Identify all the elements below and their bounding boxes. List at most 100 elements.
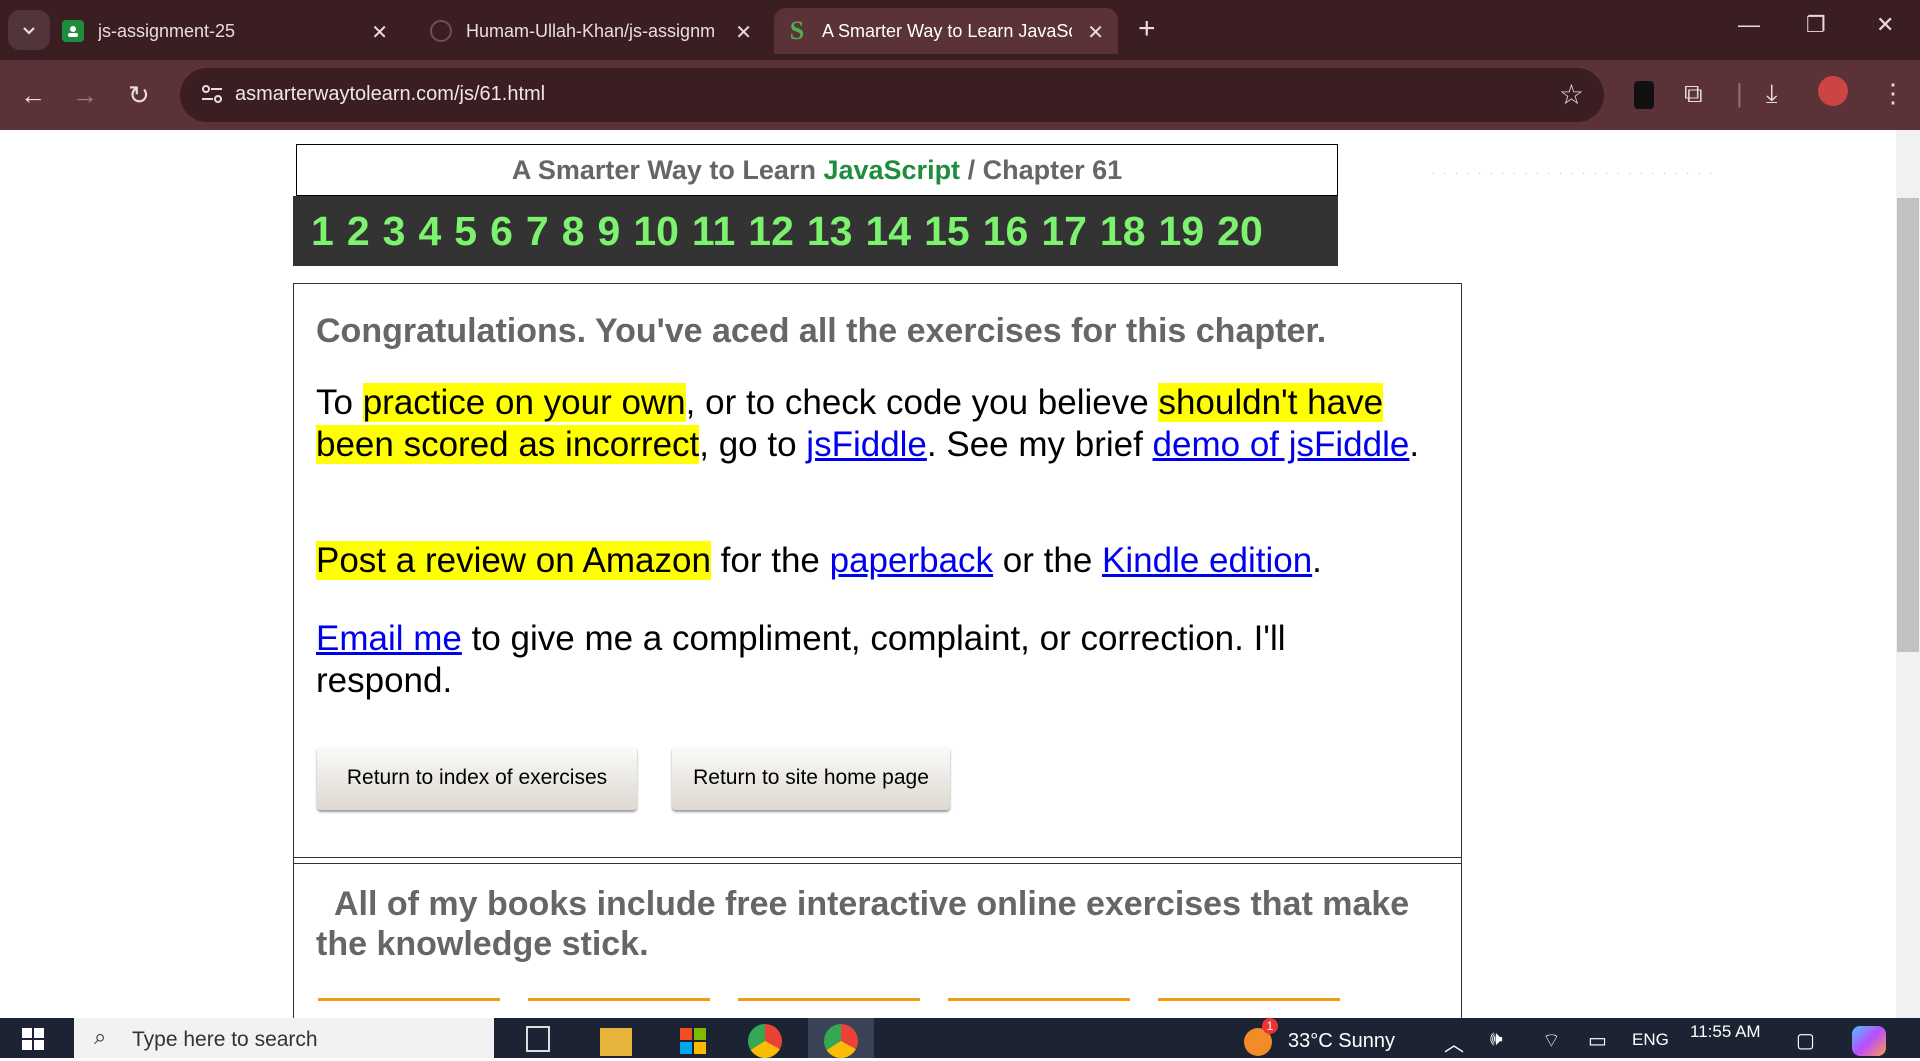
text: , or to check code you believe — [685, 383, 1159, 422]
tab-smarter-way[interactable]: S A Smarter Way to Learn JavaScr ✕ — [774, 8, 1118, 54]
windows-start-icon[interactable] — [22, 1028, 44, 1050]
text: or the — [993, 541, 1103, 580]
tab-strip: js-assignment-25 ✕ Humam-Ullah-Khan/js-a… — [0, 0, 1920, 60]
notification-icon[interactable]: ▢ — [1796, 1028, 1815, 1053]
chapter-link[interactable]: 6 — [490, 208, 513, 255]
decorative-dots: . . . . . . . . . . . . . . . . . . . . … — [1432, 166, 1716, 177]
demo-jsfiddle-link[interactable]: demo of jsFiddle — [1153, 425, 1410, 464]
amazon-book-link[interactable]: amazon — [318, 998, 500, 1018]
kindle-edition-link[interactable]: Kindle edition — [1102, 541, 1312, 580]
chrome-icon[interactable] — [748, 1024, 782, 1058]
browser-toolbar: ← → ↻ asmarterwaytolearn.com/js/61.html … — [0, 60, 1920, 130]
forward-icon[interactable]: → — [72, 80, 98, 111]
chapter-link[interactable]: 2 — [347, 208, 370, 255]
chapter-link[interactable]: 9 — [598, 208, 621, 255]
extension-icon[interactable] — [1634, 81, 1654, 109]
chapter-number-bar: 1 2 3 4 5 6 7 8 9 10 11 12 13 14 15 16 17 18 19 20 — [293, 196, 1338, 266]
battery-icon[interactable]: ▭ — [1588, 1028, 1607, 1053]
close-tab-icon[interactable]: ✕ — [735, 20, 752, 45]
close-window-icon[interactable]: ✕ — [1876, 12, 1894, 38]
avatar[interactable] — [1818, 76, 1848, 106]
file-explorer-icon[interactable] — [600, 1028, 632, 1056]
copilot-icon[interactable] — [1852, 1026, 1886, 1056]
close-tab-icon[interactable]: ✕ — [371, 20, 388, 45]
amazon-book-link[interactable]: amazon — [528, 998, 710, 1018]
chrome-active-icon[interactable] — [808, 1018, 874, 1058]
tab-title: Humam-Ullah-Khan/js-assignm — [466, 20, 716, 41]
site-info-icon[interactable] — [200, 82, 224, 106]
text: . — [1312, 541, 1322, 580]
jsfiddle-link[interactable]: jsFiddle — [806, 425, 927, 464]
email-me-link[interactable]: Email me — [316, 619, 462, 658]
chapter-link[interactable]: 8 — [562, 208, 585, 255]
address-bar[interactable]: asmarterwaytolearn.com/js/61.html ☆ — [180, 68, 1604, 122]
chapter-link[interactable]: 15 — [924, 208, 970, 255]
return-home-button[interactable]: Return to site home page — [672, 746, 950, 810]
chapter-link[interactable]: 1 — [311, 208, 334, 255]
chapter-link[interactable]: 11 — [692, 208, 735, 255]
chapter-link[interactable]: 10 — [633, 208, 679, 255]
github-icon — [430, 20, 452, 42]
amazon-book-link[interactable]: amazon — [738, 998, 920, 1018]
chapter-link[interactable]: 12 — [748, 208, 794, 255]
vertical-scrollbar[interactable] — [1896, 130, 1920, 1018]
weather-text[interactable]: 33°C Sunny — [1288, 1030, 1395, 1053]
chapter-link[interactable]: 16 — [983, 208, 1029, 255]
email-paragraph: Email me to give me a compliment, compla… — [316, 618, 1316, 702]
amazon-book-link[interactable]: amazon — [948, 998, 1130, 1018]
chapter-link[interactable]: 20 — [1217, 208, 1263, 255]
header-chapter: / Chapter 61 — [967, 155, 1123, 185]
bookmark-star-icon[interactable]: ☆ — [1559, 78, 1584, 111]
back-icon[interactable]: ← — [20, 80, 46, 111]
text: To — [316, 383, 363, 422]
text: for the — [710, 541, 830, 580]
store-icon[interactable] — [678, 1026, 708, 1056]
tab-js-assignment[interactable]: js-assignment-25 ✕ — [62, 8, 402, 54]
close-tab-icon[interactable]: ✕ — [1087, 20, 1104, 45]
text: to give me a compliment, complaint, or c… — [316, 619, 1286, 700]
scrollbar-thumb[interactable] — [1897, 198, 1919, 652]
toolbar-divider: | — [1736, 78, 1743, 108]
text: . See my brief — [926, 425, 1153, 464]
task-view-icon[interactable] — [526, 1026, 550, 1052]
congrats-panel: Congratulations. You've aced all the exe… — [293, 283, 1462, 864]
page-header: A Smarter Way to Learn JavaScript / Chap… — [296, 144, 1338, 196]
tab-github[interactable]: Humam-Ullah-Khan/js-assignm ✕ — [430, 8, 766, 54]
books-panel: All of my books include free interactive… — [293, 857, 1462, 1018]
return-index-button[interactable]: Return to index of exercises — [317, 746, 637, 810]
menu-dots-icon[interactable]: ⋮ — [1880, 78, 1906, 109]
taskbar-search-box[interactable]: ⌕ Type here to search — [74, 1018, 494, 1058]
amazon-book-link[interactable]: amazon — [1158, 998, 1340, 1018]
chapter-link[interactable]: 3 — [383, 208, 406, 255]
page-content: A Smarter Way to Learn JavaScript / Chap… — [0, 130, 1920, 1018]
wifi-icon[interactable]: ⌔ — [1542, 1028, 1561, 1053]
tab-search-button[interactable] — [8, 10, 50, 50]
chapter-link[interactable]: 7 — [526, 208, 549, 255]
tab-title: js-assignment-25 — [98, 20, 236, 41]
restore-icon[interactable]: ❐ — [1806, 12, 1826, 38]
new-tab-icon[interactable]: + — [1138, 12, 1156, 46]
url-text: asmarterwaytolearn.com/js/61.html — [235, 83, 546, 105]
congrats-heading: Congratulations. You've aced all the exe… — [316, 312, 1327, 350]
language-indicator[interactable]: ENG — [1632, 1030, 1669, 1050]
smarter-way-s-icon: S — [789, 16, 805, 45]
chevron-up-icon[interactable]: ︿ — [1444, 1028, 1464, 1057]
download-icon[interactable]: ⤓ — [1766, 78, 1778, 110]
chapter-link[interactable]: 18 — [1100, 208, 1146, 255]
chapter-link[interactable]: 5 — [454, 208, 477, 255]
minimize-icon[interactable]: — — [1738, 12, 1760, 38]
clock-time[interactable]: 11:55 AM — [1690, 1022, 1761, 1042]
paperback-link[interactable]: paperback — [830, 541, 993, 580]
extensions-puzzle-icon[interactable]: ⧉ — [1684, 78, 1703, 110]
chapter-link[interactable]: 14 — [865, 208, 911, 255]
search-placeholder: Type here to search — [132, 1028, 318, 1051]
chapter-link[interactable]: 4 — [418, 208, 441, 255]
weather-badge: 1 — [1262, 1018, 1278, 1034]
chapter-link[interactable]: 13 — [807, 208, 853, 255]
chapter-link[interactable]: 19 — [1159, 208, 1205, 255]
tab-title: A Smarter Way to Learn JavaScr — [822, 20, 1072, 41]
chapter-link[interactable]: 17 — [1041, 208, 1087, 255]
header-javascript: JavaScript — [823, 155, 961, 185]
volume-icon[interactable]: 🕪 — [1490, 1028, 1503, 1051]
reload-icon[interactable]: ↻ — [128, 80, 150, 111]
